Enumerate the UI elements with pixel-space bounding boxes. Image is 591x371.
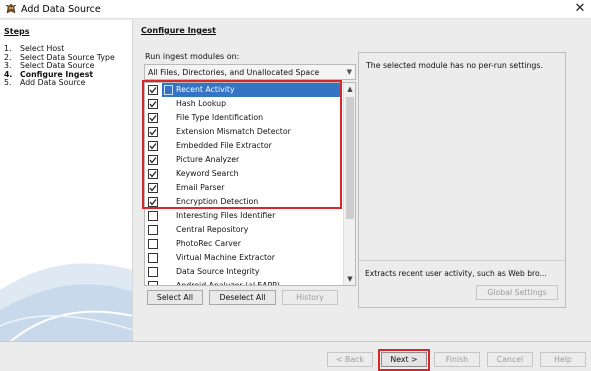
add-data-source-window: Add Data Source ✕ Steps 1. Select Host 2.… <box>0 0 591 371</box>
title-bar: Add Data Source ✕ <box>0 0 591 19</box>
settings-divider <box>359 260 565 261</box>
module-checkbox[interactable] <box>148 225 158 235</box>
window-title: Add Data Source <box>21 4 101 15</box>
finish-button[interactable]: Finish <box>434 352 480 367</box>
module-label: PhotoRec Carver <box>176 239 241 248</box>
module-row[interactable]: Android Analyzer (aLEAPP) <box>145 279 342 286</box>
steps-panel: Steps 1. Select Host 2. Select Data Source… <box>0 20 133 342</box>
no-settings-message: The selected module has no per-run setti… <box>366 61 543 70</box>
help-button[interactable]: Help <box>540 352 586 367</box>
module-label: Data Source Integrity <box>176 267 260 276</box>
history-button[interactable]: History <box>282 290 338 305</box>
steps-title: Steps <box>4 27 30 36</box>
scrollbar-thumb[interactable] <box>346 97 354 219</box>
steps-list: 1. Select Host 2. Select Data Source Type … <box>4 44 115 88</box>
decorative-swoosh-graphic <box>0 263 132 342</box>
module-checkbox[interactable] <box>148 239 158 249</box>
back-button[interactable]: < Back <box>327 352 373 367</box>
scroll-up-arrow-icon[interactable]: ▲ <box>344 83 355 95</box>
select-all-button[interactable]: Select All <box>147 290 203 305</box>
module-list-scrollbar[interactable]: ▲ ▼ <box>343 83 355 285</box>
module-checkbox[interactable] <box>148 267 158 277</box>
module-settings-panel: The selected module has no per-run setti… <box>358 52 566 308</box>
run-on-dropdown[interactable]: All Files, Directories, and Unallocated … <box>144 64 356 80</box>
autopsy-dog-icon <box>5 3 17 14</box>
deselect-all-button[interactable]: Deselect All <box>209 290 276 305</box>
step-item: 5. Add Data Source <box>4 78 115 88</box>
highlight-box-next <box>378 349 430 371</box>
module-checkbox[interactable] <box>148 281 158 285</box>
module-row[interactable]: Virtual Machine Extractor <box>145 251 342 265</box>
step-label: Add Data Source <box>20 78 86 87</box>
highlight-box-checked-modules <box>142 80 342 209</box>
configure-ingest-title: Configure Ingest <box>141 26 216 35</box>
run-ingest-label: Run ingest modules on: <box>145 52 240 61</box>
footer-separator <box>0 341 591 342</box>
module-description: Extracts recent user activity, such as W… <box>365 269 547 278</box>
module-label: Virtual Machine Extractor <box>176 253 275 262</box>
module-row[interactable]: Central Repository <box>145 223 342 237</box>
module-row[interactable]: Data Source Integrity <box>145 265 342 279</box>
module-checkbox[interactable] <box>148 253 158 263</box>
global-settings-button[interactable]: Global Settings <box>476 285 558 300</box>
module-row[interactable]: PhotoRec Carver <box>145 237 342 251</box>
chevron-down-icon: ▼ <box>346 68 352 76</box>
close-button[interactable]: ✕ <box>572 1 588 17</box>
scroll-down-arrow-icon[interactable]: ▼ <box>344 273 355 285</box>
module-label: Central Repository <box>176 225 249 234</box>
module-label: Interesting Files Identifier <box>176 211 276 220</box>
step-number: 5. <box>4 78 12 87</box>
dropdown-selected-value: All Files, Directories, and Unallocated … <box>148 68 320 77</box>
module-row[interactable]: Interesting Files Identifier <box>145 209 342 223</box>
cancel-button[interactable]: Cancel <box>487 352 533 367</box>
module-label: Android Analyzer (aLEAPP) <box>176 281 280 286</box>
module-checkbox[interactable] <box>148 211 158 221</box>
